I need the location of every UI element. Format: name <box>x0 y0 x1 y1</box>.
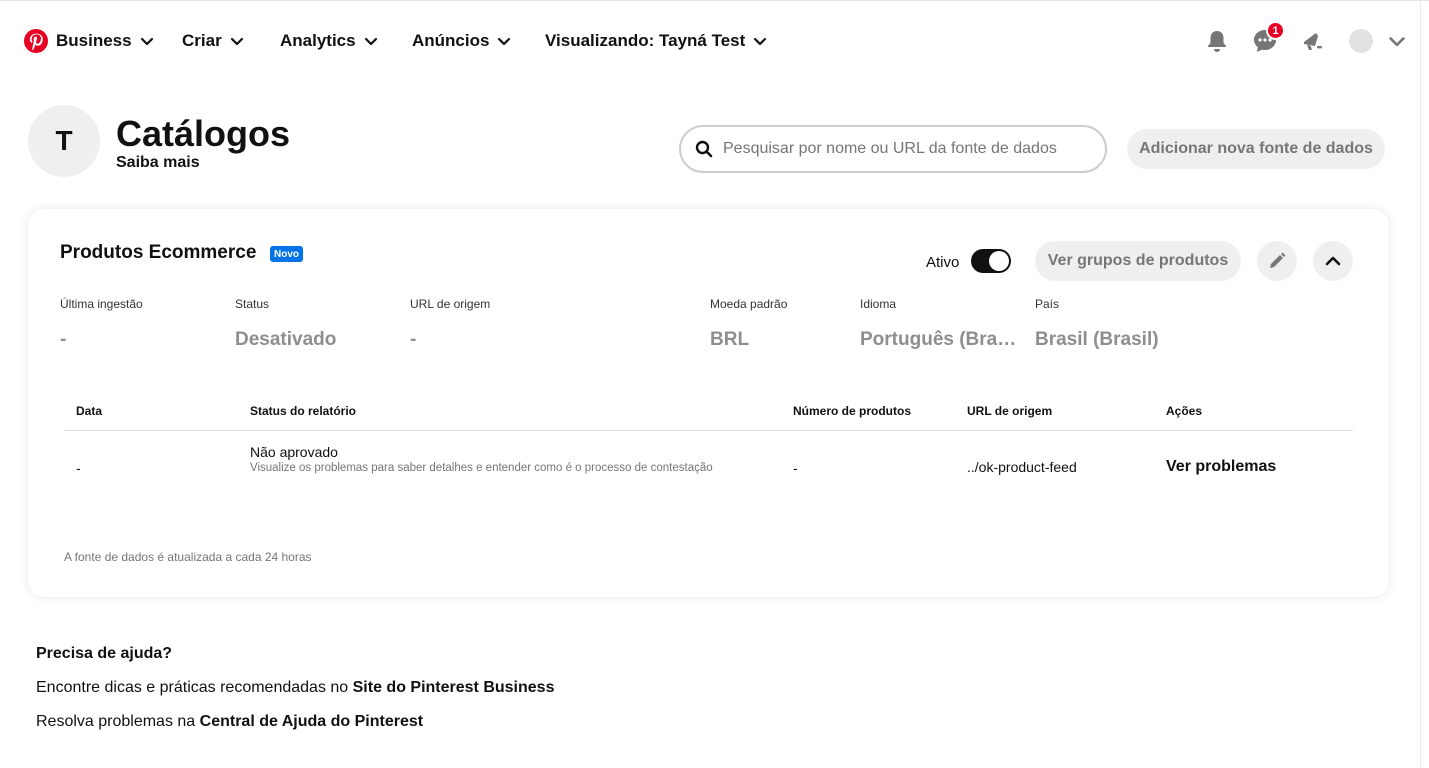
new-badge: Novo <box>270 246 303 262</box>
viewing-account-label: Visualizando: Tayná Test <box>545 31 746 50</box>
business-label: Business <box>56 31 132 50</box>
row-product-count: - <box>793 460 798 476</box>
chevron-down-icon <box>754 37 767 46</box>
country-value: Brasil (Brasil) <box>1035 329 1159 350</box>
help-line-business-text: Encontre dicas e práticas recomendadas n… <box>36 679 353 696</box>
messages-count-badge: 1 <box>1266 21 1285 40</box>
collapse-button[interactable] <box>1313 241 1353 281</box>
pinterest-logo-icon[interactable] <box>24 29 48 53</box>
viewing-account-menu[interactable]: Visualizando: Tayná Test <box>545 30 767 52</box>
analytics-label: Analytics <box>280 31 356 50</box>
view-problems-link[interactable]: Ver problemas <box>1166 458 1276 476</box>
notifications-bell-icon[interactable] <box>1204 28 1230 54</box>
table-divider <box>64 430 1353 431</box>
chevron-down-icon <box>140 37 153 46</box>
currency-label: Moeda padrão <box>710 297 788 311</box>
top-nav: Business Criar Analytics Anúncios Visual… <box>0 0 1420 80</box>
create-menu[interactable]: Criar <box>182 30 244 52</box>
search-icon <box>695 140 713 158</box>
pencil-icon <box>1270 252 1286 268</box>
right-border <box>1420 0 1421 768</box>
status-value: Desativado <box>235 329 337 350</box>
chevron-down-icon <box>230 37 243 46</box>
page-title: Catálogos <box>116 113 291 154</box>
updates-megaphone-icon[interactable] <box>1300 28 1326 54</box>
row-report-status-detail: Visualize os problemas para saber detalh… <box>250 462 713 474</box>
business-avatar: T <box>28 105 100 177</box>
language-label: Idioma <box>860 297 897 311</box>
language-value: Português (Brasil) <box>860 329 1022 350</box>
pinterest-business-site-link[interactable]: Site do Pinterest Business <box>353 679 555 696</box>
source-url-label: URL de origem <box>410 297 491 311</box>
column-header-product-count: Número de produtos <box>793 404 912 418</box>
search-input[interactable] <box>723 140 1083 158</box>
pinterest-help-center-link[interactable]: Central de Ajuda do Pinterest <box>200 713 423 730</box>
add-data-source-button[interactable]: Adicionar nova fonte de dados <box>1127 129 1385 169</box>
help-title: Precisa de ajuda? <box>36 645 173 662</box>
profile-avatar[interactable] <box>1349 29 1373 53</box>
row-report-status: Não aprovado <box>250 444 338 460</box>
edit-button[interactable] <box>1257 241 1297 281</box>
chevron-down-icon <box>498 37 511 46</box>
create-label: Criar <box>182 31 222 50</box>
catalog-name: Produtos Ecommerce <box>60 242 257 263</box>
active-label: Ativo <box>926 254 960 271</box>
learn-more-link[interactable]: Saiba mais <box>116 154 200 172</box>
column-header-source-url: URL de origem <box>967 404 1053 418</box>
search-box[interactable] <box>679 125 1107 173</box>
status-label: Status <box>235 297 270 311</box>
column-header-actions: Ações <box>1166 404 1203 418</box>
chevron-down-icon <box>364 37 377 46</box>
active-toggle[interactable] <box>971 249 1011 273</box>
help-line-support-text: Resolva problemas na <box>36 713 200 730</box>
row-source-url: ../ok-product-feed <box>967 459 1077 475</box>
last-ingest-label: Última ingestão <box>60 297 143 311</box>
country-label: País <box>1035 297 1060 311</box>
toggle-knob <box>989 251 1009 271</box>
chevron-up-icon <box>1325 256 1341 266</box>
update-frequency-note: A fonte de dados é atualizada a cada 24 … <box>64 550 312 564</box>
currency-value: BRL <box>710 329 750 350</box>
account-chevron-down-icon[interactable] <box>1388 32 1406 50</box>
column-header-date: Data <box>76 404 103 418</box>
source-url-value: - <box>410 329 417 350</box>
catalog-card: Produtos Ecommerce Novo Ativo Ver grupos… <box>28 209 1389 597</box>
column-header-report-status: Status do relatório <box>250 404 357 418</box>
row-date: - <box>76 460 81 476</box>
view-product-groups-button[interactable]: Ver grupos de produtos <box>1035 241 1241 281</box>
help-line-support: Resolva problemas na Central de Ajuda do… <box>36 713 423 731</box>
ads-label: Anúncios <box>412 31 490 50</box>
analytics-menu[interactable]: Analytics <box>280 30 378 52</box>
business-menu[interactable]: Business <box>56 30 154 52</box>
help-line-business: Encontre dicas e práticas recomendadas n… <box>36 679 554 697</box>
ads-menu[interactable]: Anúncios <box>412 30 511 52</box>
last-ingest-value: - <box>60 329 67 350</box>
